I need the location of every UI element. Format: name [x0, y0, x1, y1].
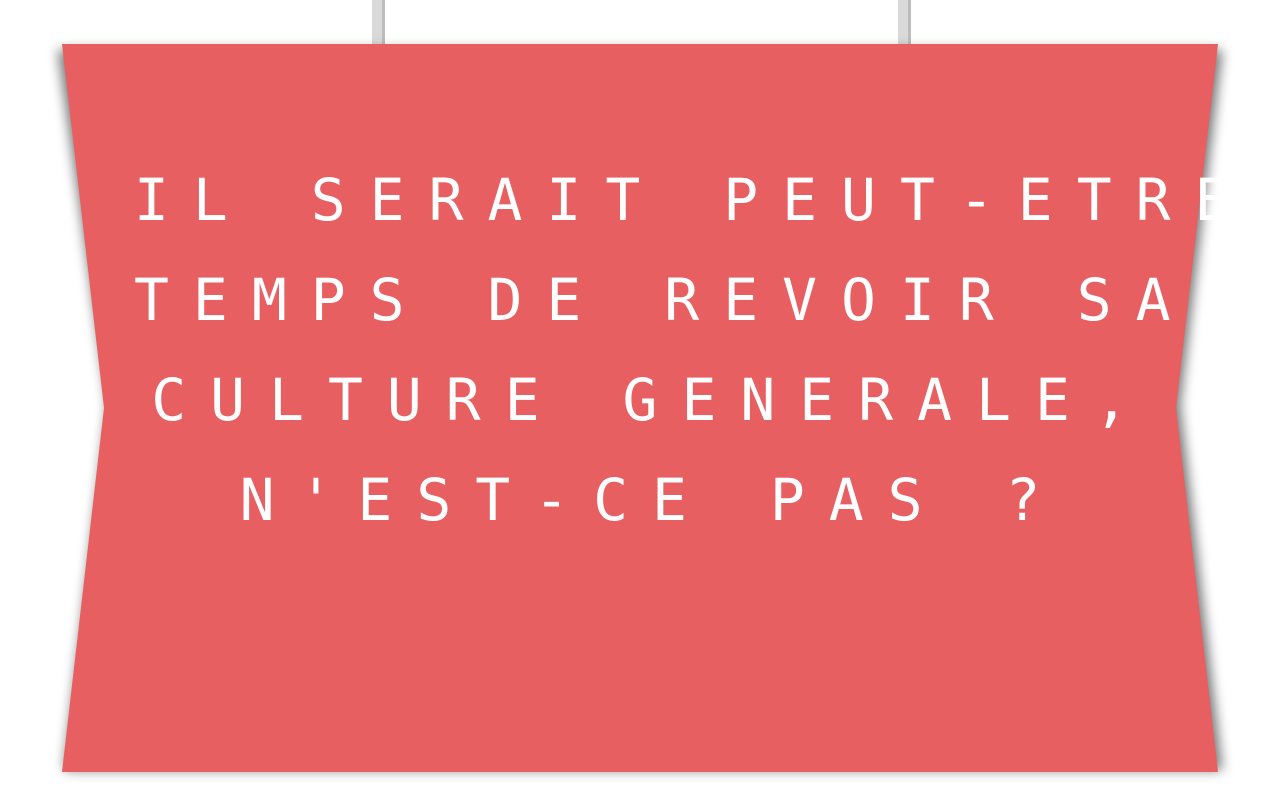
- message-line-1: IL SERAIT PEUT-ETRE: [134, 166, 1254, 234]
- message-line-2: TEMPS DE REVOIR SA: [134, 266, 1195, 334]
- hanging-sign-graphic: IL SERAIT PEUT-ETRE TEMPS DE REVOIR SA C…: [0, 0, 1280, 800]
- message-line-4: N'EST-CE PAS ?: [239, 466, 1065, 534]
- sign-message: IL SERAIT PEUT-ETRE TEMPS DE REVOIR SA C…: [110, 150, 1254, 550]
- message-line-3: CULTURE GENERALE,: [151, 366, 1153, 434]
